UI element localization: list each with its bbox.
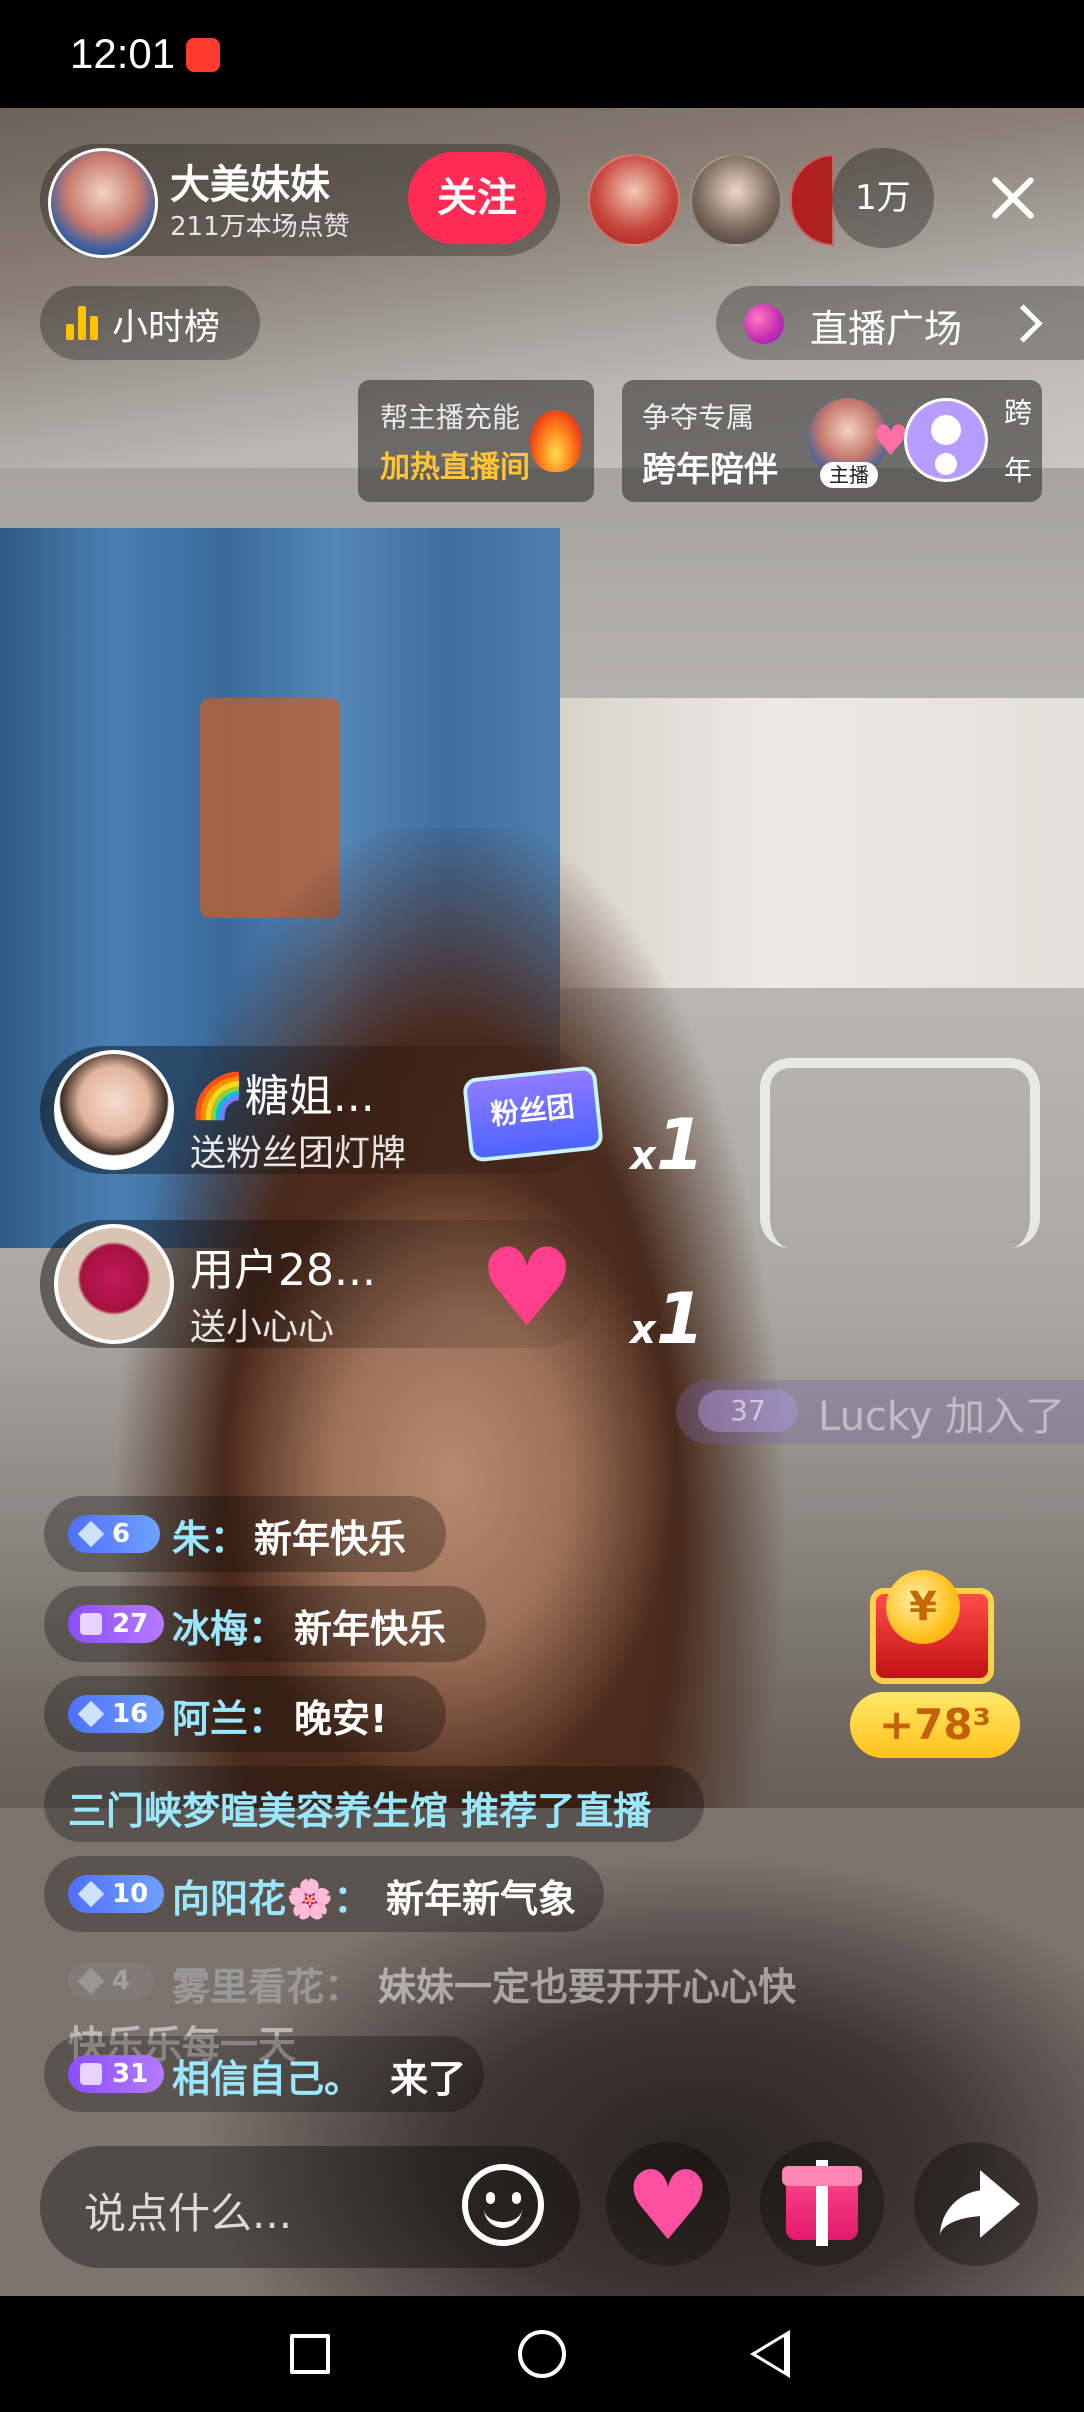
chat-text: 新年快乐 — [294, 1607, 447, 1651]
boost-card-line1: 帮主播充能 — [380, 401, 521, 434]
host-avatar[interactable] — [48, 148, 158, 258]
plaza-icon — [744, 304, 784, 344]
level-badge: 31 — [68, 2055, 164, 2093]
level-badge: 37 — [698, 1390, 798, 1432]
new-year-card-line1: 争夺专属 — [642, 401, 755, 434]
close-icon[interactable] — [976, 162, 1048, 234]
chat-text: 晚安! — [294, 1697, 388, 1741]
new-year-side-label: 跨 年 — [998, 384, 1038, 500]
gift-icon — [782, 2160, 862, 2246]
user-placeholder-avatar — [904, 398, 988, 482]
gift-user-name: 用户28... — [190, 1245, 376, 1296]
viewer-avatar[interactable] — [690, 154, 782, 246]
gift-count: x1 — [630, 1104, 705, 1186]
join-notice-text: Lucky 加入了 — [818, 1394, 1066, 1440]
nav-home-icon[interactable] — [518, 2330, 566, 2378]
heart-icon: ♥ — [624, 2150, 712, 2262]
chat-username[interactable]: 朱： — [172, 1508, 248, 1563]
emoji-icon[interactable] — [462, 2164, 544, 2246]
chat-username[interactable]: 阿兰： — [172, 1688, 286, 1743]
gift-text: 送粉丝团灯牌 — [190, 1133, 407, 1174]
treasure-counter[interactable]: +78³ — [850, 1692, 1020, 1758]
comment-input-placeholder: 说点什么... — [84, 2189, 293, 2238]
gift-user-name: 🌈糖姐... — [190, 1071, 375, 1122]
fans-club-badge-icon: 粉丝团 — [461, 1065, 605, 1163]
share-icon — [940, 2170, 1020, 2240]
bar-chart-icon — [66, 306, 100, 340]
chat-text: 来了 — [390, 2057, 467, 2101]
host-tag: 主播 — [820, 462, 878, 488]
chat-text: 新年快乐 — [254, 1517, 407, 1561]
level-badge: 4 — [68, 1962, 154, 2000]
chat-username[interactable]: 相信自己。 — [172, 2048, 362, 2103]
coin-icon: ¥ — [886, 1570, 960, 1644]
new-year-card-line2: 跨年陪伴 — [642, 450, 778, 490]
gift-count-value: 1 — [655, 1278, 705, 1360]
fire-icon — [530, 410, 582, 472]
heart-gift-icon: ♥ — [478, 1226, 576, 1351]
gift-user-avatar[interactable] — [54, 1050, 174, 1170]
gift-count-prefix: x — [630, 1307, 656, 1353]
notification-app-icon — [186, 38, 220, 72]
nav-back-icon[interactable] — [290, 2334, 330, 2374]
status-bar: 12:01 — [0, 0, 1084, 108]
host-name: 大美妹妹 — [170, 162, 330, 208]
chat-text: 妹妹一定也要开开心心快 — [378, 1965, 797, 2009]
live-plaza-label: 直播广场 — [810, 307, 963, 351]
chat-system-text: 三门峡梦暄美容养生馆 推荐了直播 — [68, 1789, 652, 1833]
gift-count-prefix: x — [630, 1133, 656, 1179]
viewer-count[interactable]: 1万 — [832, 148, 934, 248]
host-likes: 211万本场点赞 — [170, 212, 350, 242]
gift-user-avatar[interactable] — [54, 1224, 174, 1344]
level-badge: 6 — [68, 1515, 160, 1553]
viewer-avatar[interactable] — [588, 154, 680, 246]
boost-card-line2: 加热直播间 — [380, 450, 530, 485]
chat-username[interactable]: 雾里看花： — [172, 1956, 362, 2011]
level-badge: 10 — [68, 1875, 164, 1913]
chat-username[interactable]: 向阳花🌸： — [172, 1868, 371, 1923]
gift-count: x1 — [630, 1278, 705, 1360]
gift-text: 送小心心 — [190, 1307, 335, 1348]
status-time: 12:01 — [70, 30, 176, 77]
chat-username[interactable]: 冰梅： — [172, 1598, 286, 1653]
level-badge: 27 — [68, 1605, 164, 1643]
hourly-rank-label: 小时榜 — [112, 307, 221, 348]
chat-text: 新年新气象 — [386, 1877, 577, 1921]
gift-count-value: 1 — [655, 1104, 705, 1186]
nav-recent-icon[interactable] — [750, 2330, 790, 2378]
follow-button[interactable]: 关注 — [408, 152, 546, 244]
side-label-1: 跨 — [1003, 396, 1032, 429]
level-badge: 16 — [68, 1695, 164, 1733]
side-label-2: 年 — [1003, 454, 1032, 487]
